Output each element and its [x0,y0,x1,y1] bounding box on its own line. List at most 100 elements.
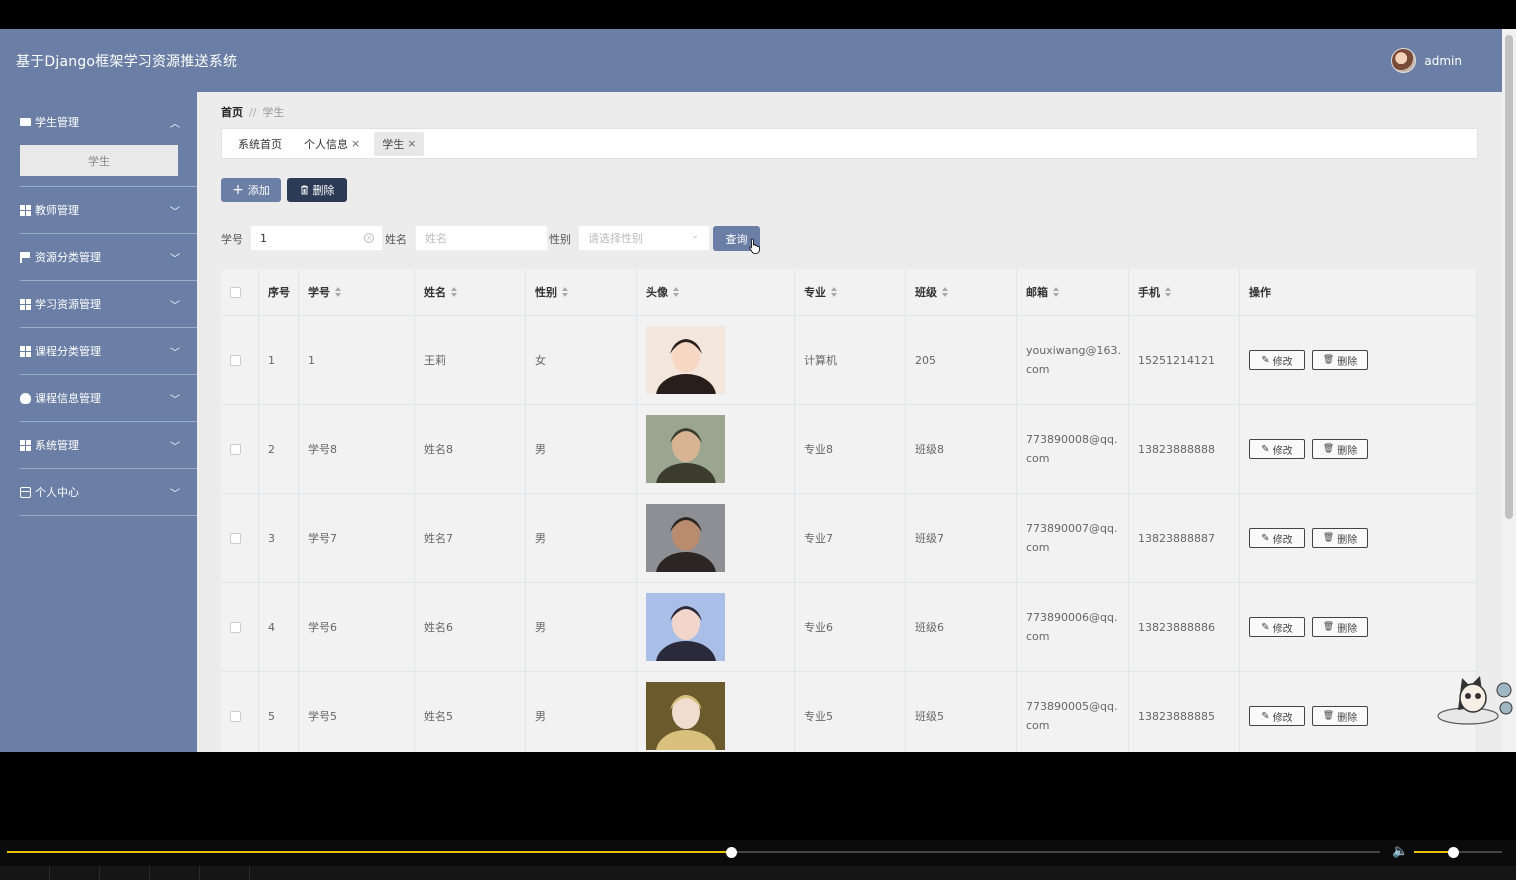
column-header-label: 性别 [535,286,557,299]
cell-name: 姓名6 [424,621,453,634]
table-cell: 1 [259,316,299,404]
table-cell: 205 [906,316,1017,404]
volume-icon[interactable]: 🔈 [1392,844,1408,860]
username[interactable]: admin [1424,54,1462,68]
video-player-controls: 🔈 [0,840,1516,880]
table-header-cell: 操作 [1240,269,1477,315]
edit-icon: ✎ [1261,621,1270,633]
table-cell: 男 [526,583,637,671]
row-checkbox[interactable] [230,354,241,366]
scrollbar-thumb[interactable] [1505,35,1513,519]
sidebar-item[interactable]: 课程分类管理 ﹀ [20,328,197,374]
table-cell: 13823888888 [1129,405,1240,493]
sidebar-item[interactable]: 学生管理 ︿ [20,99,197,145]
row-checkbox[interactable] [230,710,241,722]
user-menu[interactable]: admin [1391,48,1462,73]
table-cell: 班级8 [906,405,1017,493]
sidebar-group: 个人中心 ﹀ [20,469,197,516]
trash-icon: 🗑 [1322,711,1335,721]
table-cell: 专业7 [795,494,906,582]
table-header-cell[interactable]: 手机 [1129,269,1240,315]
avatar-photo [646,326,725,394]
volume-handle[interactable] [1447,847,1459,858]
table-cell: 1 [299,316,415,404]
table-cell: 学号7 [299,494,415,582]
edit-button-label: 修改 [1272,445,1293,457]
close-icon[interactable]: × [351,137,360,150]
sidebar-subitem[interactable]: 学生 [20,145,178,176]
column-header-label: 学号 [308,286,330,299]
avatar[interactable] [1391,48,1417,73]
name-input[interactable]: 姓名 [415,225,548,251]
edit-button[interactable]: ✎ 修改 [1249,706,1305,726]
sidebar-item[interactable]: 教师管理 ﹀ [20,187,197,233]
bulb-icon [20,392,31,404]
edit-button[interactable]: ✎ 修改 [1249,439,1305,459]
breadcrumb-home[interactable]: 首页 [221,106,243,119]
table-cell: 姓名6 [415,583,526,671]
table-cell [637,405,795,493]
cell-class: 205 [915,353,936,367]
delete-button[interactable]: 🗑 删除 [1312,706,1368,726]
add-button[interactable]: + 添加 [221,178,281,202]
seek-bar[interactable] [7,851,1380,853]
table-header-cell[interactable]: 班级 [906,269,1017,315]
cell-major: 专业5 [804,710,833,723]
delete-button[interactable]: 🗑 删除 [1312,350,1368,370]
vertical-scrollbar[interactable] [1502,29,1516,752]
sidebar-item[interactable]: 资源分类管理 ﹀ [20,234,197,280]
cell-phone: 13823888885 [1138,709,1215,723]
trash-icon: 🗑 [1322,622,1335,632]
sort-icon[interactable] [831,287,838,297]
row-checkbox[interactable] [230,621,241,633]
sort-icon[interactable] [942,287,949,297]
table-header-cell[interactable]: 专业 [795,269,906,315]
sort-icon[interactable] [562,287,569,297]
delete-button[interactable]: 🗑 删除 [1312,439,1368,459]
avatar-photo [646,415,725,483]
grid-icon [20,204,31,216]
table-cell [637,583,795,671]
sort-icon[interactable] [1165,287,1172,297]
edit-button[interactable]: ✎ 修改 [1249,350,1305,370]
sidebar-item[interactable]: 系统管理 ﹀ [20,422,197,468]
sort-icon[interactable] [1053,287,1060,297]
sidebar-item-label: 个人中心 [35,486,79,499]
tab-item[interactable]: 个人信息 × [296,132,368,156]
table-cell: 2 [259,405,299,493]
delete-button[interactable]: 🗑 删除 [1312,528,1368,548]
sort-icon[interactable] [335,287,342,297]
chevron-down-icon: ﹀ [170,347,180,359]
sidebar-item[interactable]: 课程信息管理 ﹀ [20,375,197,421]
sort-icon[interactable] [451,287,458,297]
edit-button[interactable]: ✎ 修改 [1249,617,1305,637]
batch-delete-button[interactable]: 删除 [287,178,347,202]
sort-icon[interactable] [673,287,680,297]
grid-icon [20,439,31,451]
table-header-cell[interactable]: 邮箱 [1017,269,1129,315]
edit-button[interactable]: ✎ 修改 [1249,528,1305,548]
table-cell: 773890005@qq.com [1017,672,1129,752]
table-header-cell[interactable]: 学号 [299,269,415,315]
select-all-checkbox[interactable] [230,286,241,298]
row-checkbox[interactable] [230,532,241,544]
table-cell: 姓名8 [415,405,526,493]
mascot-decoration-icon [1437,676,1513,725]
close-icon[interactable]: × [407,137,416,150]
table-header-cell[interactable]: 性别 [526,269,637,315]
volume-level [1414,851,1453,853]
sidebar-item[interactable]: 学习资源管理 ﹀ [20,281,197,327]
seek-handle[interactable] [725,847,737,858]
tab-item[interactable]: 学生 × [374,131,425,156]
sidebar-item[interactable]: 个人中心 ﹀ [20,469,197,515]
table-row: 2 学号8 姓名8 男 专业8 班级8 773890008@qq.com 1382388888… [221,405,1477,494]
clear-input-icon[interactable]: × [364,233,374,243]
row-checkbox[interactable] [230,443,241,455]
tab-item[interactable]: 系统首页 [230,132,290,156]
table-header-cell[interactable]: 姓名 [415,269,526,315]
table-header-cell[interactable]: 头像 [637,269,795,315]
gender-select[interactable]: 请选择性别 ⌄ [578,225,710,251]
student-no-input[interactable]: 1 × [250,225,383,251]
table-header-row: 序号 学号 姓名 性别 头像 专业 班级 邮箱 手机 操作 [221,269,1477,316]
delete-button[interactable]: 🗑 删除 [1312,617,1368,637]
